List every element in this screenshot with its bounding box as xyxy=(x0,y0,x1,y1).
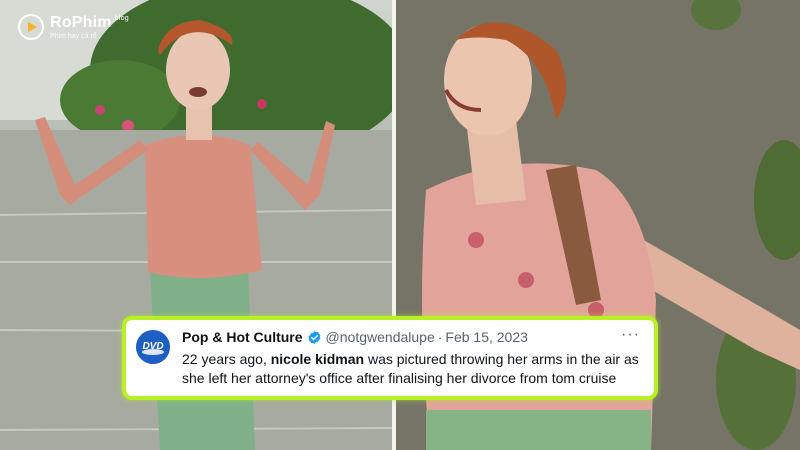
tweet-text-bold: nicole kidman xyxy=(270,351,365,367)
tweet-date[interactable]: Feb 15, 2023 xyxy=(445,329,528,345)
dvd-logo-icon: DVD xyxy=(136,330,170,364)
header-separator: · xyxy=(437,329,443,345)
tweet-header: Pop & Hot Culture @notgwendalupe · Feb 1… xyxy=(182,329,614,345)
avatar-text: DVD xyxy=(142,341,163,352)
tweet-card: DVD Pop & Hot Culture @notgwendalupe · F… xyxy=(122,316,658,400)
author-handle[interactable]: @notgwendalupe xyxy=(326,329,435,345)
avatar[interactable]: DVD xyxy=(136,330,170,364)
tweet-text: 22 years ago, nicole kidman was pictured… xyxy=(182,350,640,388)
logo-tagline: Phim hay cả rổ xyxy=(50,32,97,40)
logo-brand: RoPhim.blog xyxy=(50,13,129,31)
watermark-logo: RoPhim.blog Phim hay cả rổ xyxy=(18,12,129,42)
play-icon xyxy=(18,14,44,40)
more-options-icon[interactable]: ··· xyxy=(621,326,640,344)
tweet-text-part: 22 years ago, xyxy=(182,351,271,367)
verified-badge-icon xyxy=(308,330,320,344)
author-name[interactable]: Pop & Hot Culture xyxy=(182,329,303,345)
logo-tld: .blog xyxy=(112,15,129,23)
